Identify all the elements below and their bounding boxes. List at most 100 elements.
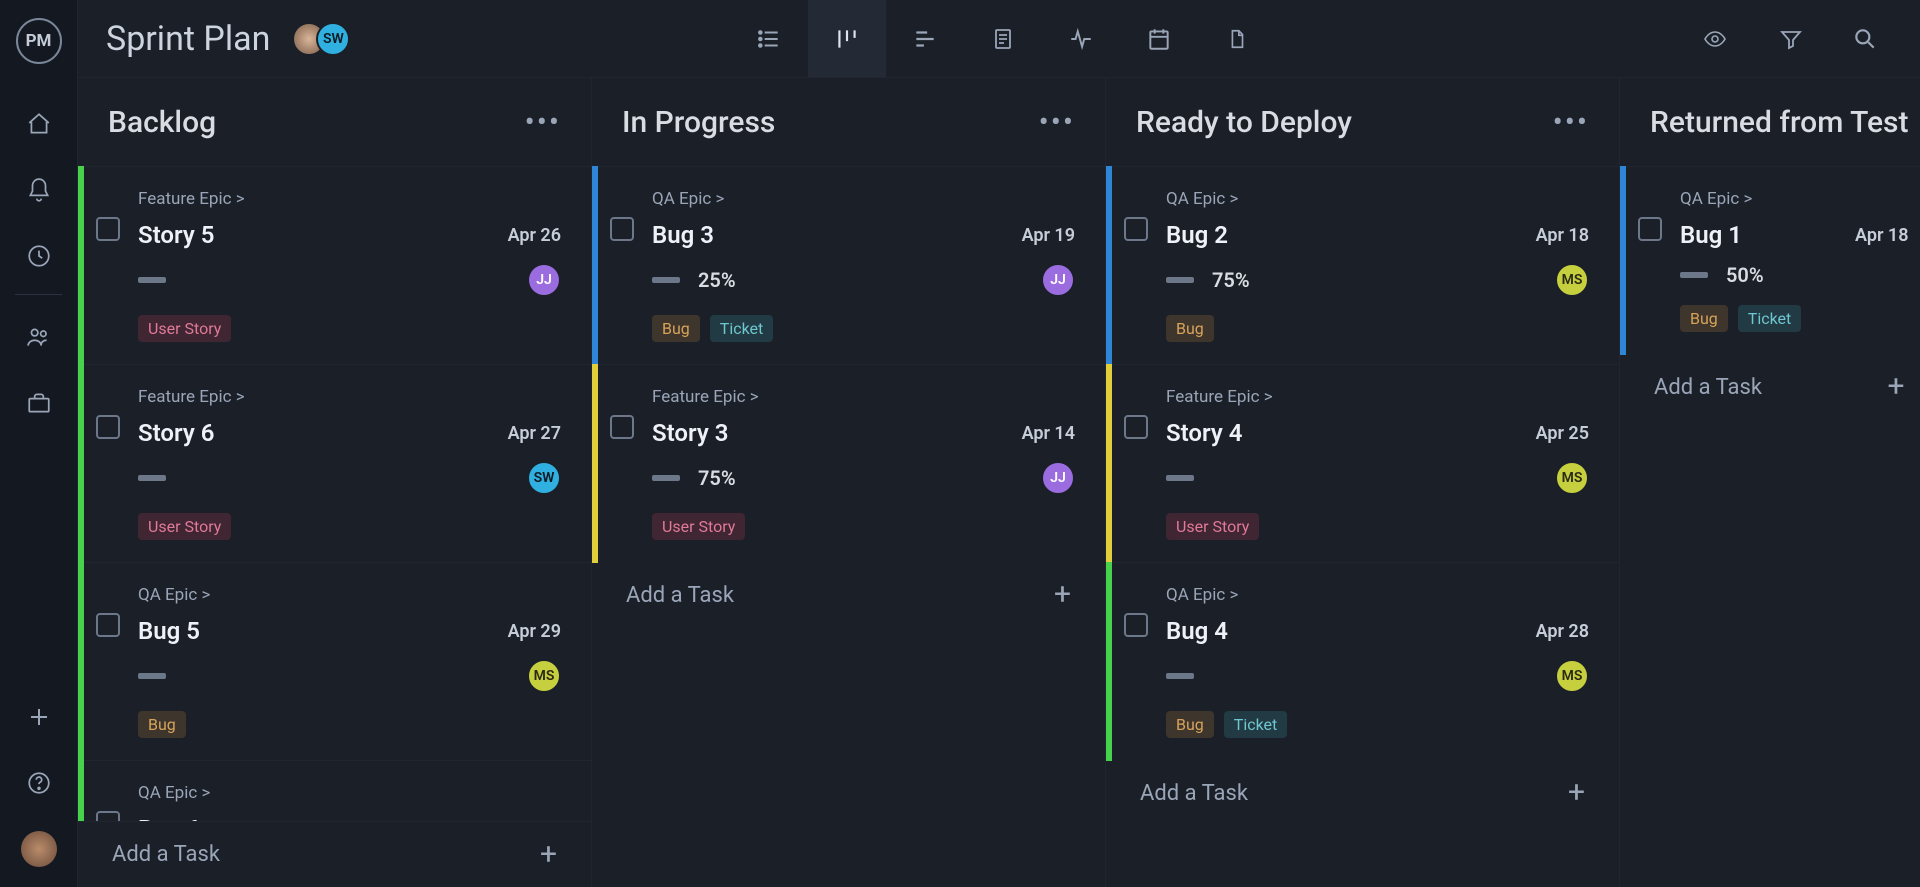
task-card[interactable]: QA Epic >Bug 1Apr 1850%BugTicket [1620, 166, 1920, 354]
assignee-avatar[interactable]: JJ [1041, 263, 1075, 297]
epic-link[interactable]: QA Epic > [1166, 585, 1589, 605]
help-icon[interactable] [25, 769, 53, 797]
tag[interactable]: User Story [1166, 513, 1259, 540]
priority-dash-icon [138, 277, 166, 283]
epic-link[interactable]: QA Epic > [1166, 189, 1589, 209]
task-card[interactable]: QA Epic >Bug 6May 3SW [78, 760, 591, 821]
view-activity-icon[interactable] [1042, 0, 1120, 77]
assignee-avatar[interactable]: MS [527, 659, 561, 693]
tag[interactable]: User Story [652, 513, 745, 540]
search-icon[interactable] [1852, 26, 1878, 52]
column-title: Backlog [108, 105, 216, 140]
view-list-icon[interactable] [730, 0, 808, 77]
assignee-avatar[interactable]: SW [527, 461, 561, 495]
task-checkbox[interactable] [96, 415, 120, 439]
epic-link[interactable]: Feature Epic > [652, 387, 1075, 407]
add-task-label: Add a Task [1654, 375, 1762, 400]
board-column: Ready to Deploy•••QA Epic >Bug 2Apr 1875… [1106, 78, 1620, 887]
task-card[interactable]: QA Epic >Bug 4Apr 28MSBugTicket [1106, 562, 1619, 760]
assignee-avatar[interactable]: JJ [1041, 461, 1075, 495]
view-file-icon[interactable] [1198, 0, 1276, 77]
card-stripe [78, 562, 84, 761]
task-progress: 25% [698, 268, 736, 292]
history-icon[interactable] [25, 242, 53, 270]
epic-link[interactable]: Feature Epic > [1166, 387, 1589, 407]
tag[interactable]: Bug [652, 315, 700, 342]
plus-icon: + [1568, 778, 1585, 808]
top-right-tools [1620, 26, 1920, 52]
task-checkbox[interactable] [96, 217, 120, 241]
task-due-date: Apr 27 [508, 423, 561, 444]
app-logo[interactable]: PM [16, 18, 62, 64]
assignee-avatar[interactable]: JJ [527, 263, 561, 297]
filter-icon[interactable] [1778, 27, 1804, 51]
task-checkbox[interactable] [1124, 613, 1148, 637]
briefcase-icon[interactable] [25, 389, 53, 417]
priority-dash-icon [138, 673, 166, 679]
task-card[interactable]: Feature Epic >Story 6Apr 27SWUser Story [78, 364, 591, 562]
card-stripe [1106, 562, 1112, 761]
add-task-row[interactable]: Add a Task+ [1620, 354, 1920, 420]
tag[interactable]: Bug [1166, 315, 1214, 342]
column-menu-icon[interactable]: ••• [1553, 105, 1589, 140]
assignee-avatar[interactable]: MS [1555, 263, 1589, 297]
eye-icon[interactable] [1700, 27, 1730, 51]
add-icon[interactable] [25, 703, 53, 731]
view-gantt-icon[interactable] [886, 0, 964, 77]
tag[interactable]: User Story [138, 513, 231, 540]
epic-link[interactable]: QA Epic > [138, 783, 561, 803]
board-column: Returned from TestQA Epic >Bug 1Apr 1850… [1620, 78, 1920, 887]
view-notes-icon[interactable] [964, 0, 1042, 77]
task-checkbox[interactable] [1638, 217, 1662, 241]
task-card[interactable]: Feature Epic >Story 4Apr 25MSUser Story [1106, 364, 1619, 562]
card-stripe [1106, 166, 1112, 365]
task-card[interactable]: Feature Epic >Story 3Apr 1475%JJUser Sto… [592, 364, 1105, 562]
tag[interactable]: Bug [1680, 305, 1728, 332]
plus-icon: + [1054, 580, 1071, 610]
task-checkbox[interactable] [1124, 415, 1148, 439]
epic-link[interactable]: QA Epic > [1680, 189, 1908, 209]
view-board-icon[interactable] [808, 0, 886, 77]
tag-list: Bug Ticket [652, 315, 1075, 342]
epic-link[interactable]: Feature Epic > [138, 387, 561, 407]
member-avatar[interactable]: SW [316, 22, 350, 56]
task-card[interactable]: QA Epic >Bug 2Apr 1875%MSBug [1106, 166, 1619, 364]
column-menu-icon[interactable]: ••• [525, 105, 561, 140]
task-card[interactable]: Feature Epic >Story 5Apr 26JJUser Story [78, 166, 591, 364]
assignee-avatar[interactable]: MS [1555, 659, 1589, 693]
people-icon[interactable] [25, 323, 53, 351]
left-nav-rail: PM [0, 0, 78, 887]
tag[interactable]: Ticket [1738, 305, 1801, 332]
card-list: QA Epic >Bug 2Apr 1875%MSBugFeature Epic… [1106, 166, 1619, 887]
column-title: Returned from Test [1650, 105, 1908, 140]
view-calendar-icon[interactable] [1120, 0, 1198, 77]
card-stripe [592, 364, 598, 563]
tag[interactable]: Ticket [710, 315, 773, 342]
task-checkbox[interactable] [96, 613, 120, 637]
task-card[interactable]: QA Epic >Bug 5Apr 29MSBug [78, 562, 591, 760]
task-title: Bug 2 [1166, 221, 1228, 249]
task-checkbox[interactable] [96, 811, 120, 821]
task-checkbox[interactable] [1124, 217, 1148, 241]
epic-link[interactable]: QA Epic > [138, 585, 561, 605]
task-card[interactable]: QA Epic >Bug 3Apr 1925%JJBugTicket [592, 166, 1105, 364]
column-menu-icon[interactable]: ••• [1039, 105, 1075, 140]
task-checkbox[interactable] [610, 415, 634, 439]
task-checkbox[interactable] [610, 217, 634, 241]
bell-icon[interactable] [25, 176, 53, 204]
home-icon[interactable] [25, 110, 53, 138]
tag-list: Bug [1166, 315, 1589, 342]
add-task-row[interactable]: Add a Task+ [1106, 760, 1619, 826]
add-task-row[interactable]: Add a Task+ [592, 562, 1105, 628]
epic-link[interactable]: Feature Epic > [138, 189, 561, 209]
current-user-avatar[interactable] [21, 831, 57, 867]
epic-link[interactable]: QA Epic > [652, 189, 1075, 209]
tag[interactable]: Ticket [1224, 711, 1287, 738]
tag[interactable]: Bug [1166, 711, 1214, 738]
tag[interactable]: Bug [138, 711, 186, 738]
tag[interactable]: User Story [138, 315, 231, 342]
add-task-row[interactable]: Add a Task+ [78, 821, 591, 887]
assignee-avatar[interactable]: MS [1555, 461, 1589, 495]
task-due-date: Apr 18 [1855, 225, 1908, 246]
board-members[interactable]: SW [292, 22, 350, 56]
